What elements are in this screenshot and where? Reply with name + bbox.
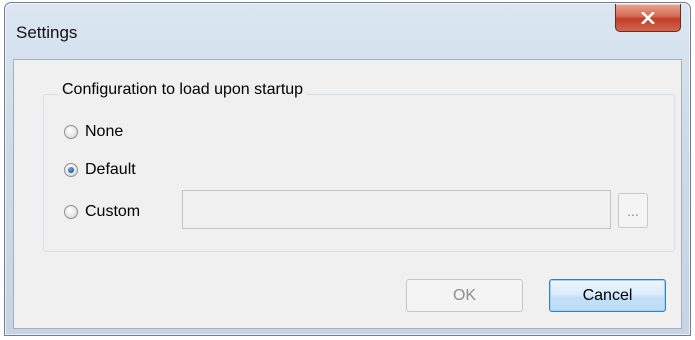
settings-dialog: Settings Configuration to load upon star… [4,2,691,336]
radio-none-label[interactable]: None [85,123,123,141]
cancel-button[interactable]: Cancel [549,279,666,312]
dialog-body: Configuration to load upon startup None … [13,59,682,329]
groupbox-title: Configuration to load upon startup [58,81,308,99]
close-icon [641,11,655,24]
radio-default[interactable]: Default [64,161,136,179]
close-button[interactable] [615,4,681,32]
radio-none[interactable]: None [64,123,123,141]
radio-default-indicator[interactable] [64,163,78,177]
custom-path-input[interactable] [182,190,611,229]
browse-button[interactable]: ... [618,193,648,228]
radio-custom-indicator[interactable] [64,205,78,219]
radio-custom-label[interactable]: Custom [85,203,140,221]
radio-none-indicator[interactable] [64,125,78,139]
radio-custom[interactable]: Custom [64,203,140,221]
window-title: Settings [16,23,78,42]
radio-default-label[interactable]: Default [85,161,136,179]
title-bar[interactable]: Settings [5,3,690,57]
ok-button[interactable]: OK [406,279,523,312]
